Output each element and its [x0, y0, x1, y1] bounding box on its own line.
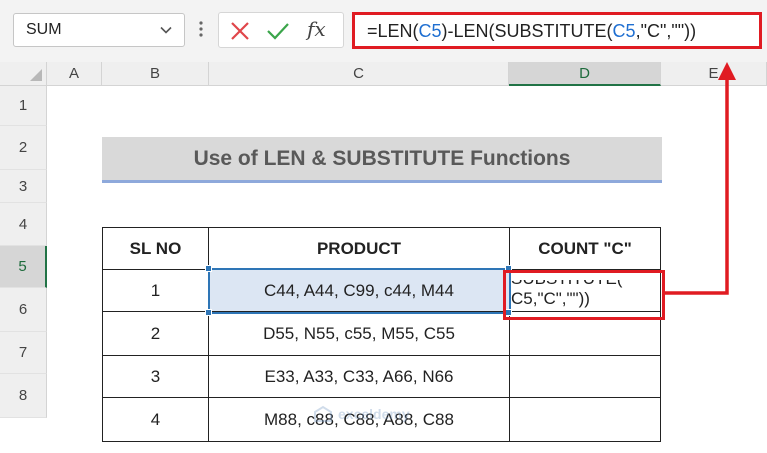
table-cell-count[interactable]	[509, 355, 661, 398]
watermark-text: exceldemy	[338, 406, 410, 422]
table-cell-product[interactable]: D55, N55, c55, M55, C55	[208, 311, 510, 356]
name-box[interactable]: SUM	[13, 13, 185, 47]
table-cell-sl[interactable]: 1	[102, 269, 209, 312]
column-header-d[interactable]: D	[509, 62, 661, 86]
more-options-icon[interactable]	[198, 14, 204, 44]
formula-buttons: fx	[218, 12, 344, 48]
formula-bar-area: SUM fx =LEN(C5)-LEN(SUBSTITUTE(C5,"C",""…	[0, 0, 767, 62]
formula-part-1: =LEN(	[367, 21, 419, 41]
table-header-sl-no[interactable]: SL NO	[102, 227, 209, 270]
table-cell-count[interactable]	[509, 397, 661, 442]
selection-handle-bottom-left[interactable]	[205, 309, 212, 316]
cancel-icon[interactable]	[227, 18, 253, 44]
row-header-5[interactable]: 5	[0, 246, 47, 288]
table-cell-product[interactable]: E33, A33, C33, A66, N66	[208, 355, 510, 398]
insert-function-icon[interactable]: fx	[307, 17, 333, 43]
chevron-down-icon[interactable]	[158, 22, 174, 38]
select-all-button[interactable]	[0, 62, 47, 86]
range-selection-c5	[208, 268, 511, 314]
table-header-count[interactable]: COUNT "C"	[509, 227, 661, 270]
sheet-title: Use of LEN & SUBSTITUTE Functions	[102, 137, 662, 183]
row-header-3[interactable]: 3	[0, 170, 47, 203]
row-header-7[interactable]: 7	[0, 332, 47, 374]
row-header-8[interactable]: 8	[0, 374, 47, 418]
formula-ref-c5: C5	[612, 21, 636, 41]
formula-part-3: ,"C",""))	[635, 21, 697, 41]
enter-check-icon[interactable]	[265, 18, 291, 44]
row-header-2[interactable]: 2	[0, 126, 47, 170]
watermark-logo-icon	[314, 405, 332, 422]
formula-part-2: )-LEN(SUBSTITUTE(	[441, 21, 613, 41]
row-header-4[interactable]: 4	[0, 203, 47, 246]
column-header-a[interactable]: A	[47, 62, 102, 86]
column-header-c[interactable]: C	[209, 62, 509, 86]
selection-handle-top-left[interactable]	[205, 265, 212, 272]
watermark: exceldemy	[312, 404, 432, 426]
table-header-product[interactable]: PRODUCT	[208, 227, 510, 270]
formula-ref-c5: C5	[418, 21, 442, 41]
table-cell-sl[interactable]: 3	[102, 355, 209, 398]
name-box-value: SUM	[26, 21, 62, 38]
column-header-b[interactable]: B	[102, 62, 209, 86]
table-cell-sl[interactable]: 4	[102, 397, 209, 442]
row-header-6[interactable]: 6	[0, 288, 47, 332]
formula-text: =LEN(C5)-LEN(SUBSTITUTE(C5,"C",""))	[367, 21, 696, 42]
table-cell-sl[interactable]: 2	[102, 311, 209, 356]
column-header-e[interactable]: E	[661, 62, 767, 86]
active-cell-highlight	[503, 270, 665, 320]
row-header-1[interactable]: 1	[0, 86, 47, 126]
formula-input[interactable]: =LEN(C5)-LEN(SUBSTITUTE(C5,"C",""))	[352, 12, 762, 49]
